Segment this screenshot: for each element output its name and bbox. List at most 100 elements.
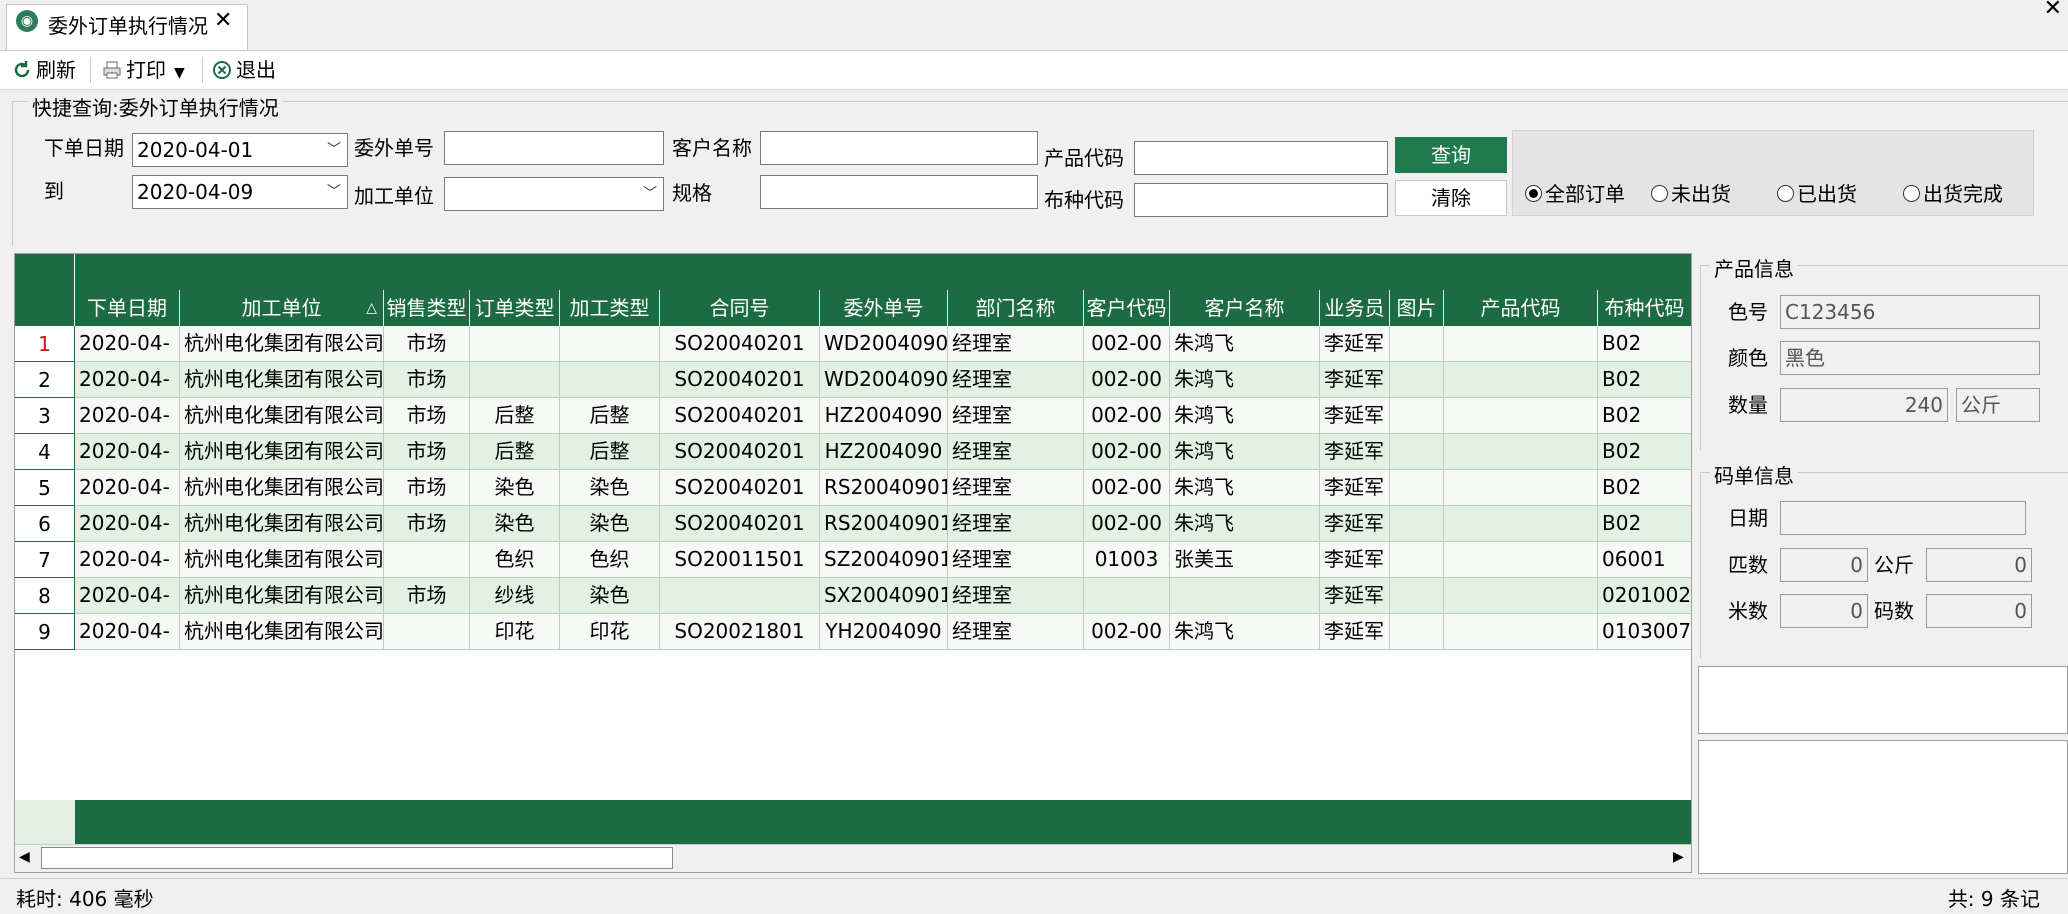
print-button[interactable]: 打印 ▼ [102,55,185,85]
table-cell[interactable]: WD2004090 [820,362,948,398]
pieces-field[interactable]: 0 [1780,548,1868,582]
table-cell[interactable]: 李延军 [1320,362,1390,398]
table-cell[interactable] [560,326,660,362]
table-cell[interactable]: 2020-04- [75,434,180,470]
table-cell[interactable]: 杭州电化集团有限公司 [180,434,384,470]
table-cell[interactable]: 2020-04- [75,614,180,650]
table-cell[interactable]: 印花 [470,614,560,650]
table-cell[interactable] [1444,506,1598,542]
table-cell[interactable] [560,362,660,398]
memo-box-2[interactable] [1698,740,2068,874]
table-cell[interactable]: 市场 [384,362,470,398]
outsource-no-input[interactable] [444,131,664,165]
radio-shipment-complete[interactable]: 出货完成 [1903,178,2003,207]
product-code-input[interactable] [1134,141,1388,175]
table-cell[interactable]: 市场 [384,398,470,434]
meters-field[interactable]: 0 [1780,594,1868,628]
table-cell[interactable] [1444,614,1598,650]
radio-not-shipped[interactable]: 未出货 [1651,178,1731,207]
row-number[interactable]: 9 [15,614,75,650]
table-cell[interactable]: 01003 [1084,542,1170,578]
table-cell[interactable]: 后整 [470,434,560,470]
row-number[interactable]: 8 [15,578,75,614]
color-no-field[interactable]: C123456 [1780,295,2040,329]
table-cell[interactable]: HZ2004090 [820,398,948,434]
table-cell[interactable]: SO20040201 [660,362,820,398]
table-cell[interactable]: 色织 [470,542,560,578]
table-cell[interactable]: SO20040201 [660,434,820,470]
table-cell[interactable] [1170,578,1320,614]
table-cell[interactable] [1390,362,1444,398]
row-number[interactable]: 3 [15,398,75,434]
table-cell[interactable] [1390,470,1444,506]
row-number[interactable]: 6 [15,506,75,542]
table-cell[interactable]: 市场 [384,578,470,614]
table-cell[interactable]: 002-00 [1084,506,1170,542]
column-header[interactable]: 部门名称 [948,290,1084,326]
table-cell[interactable]: SO20040201 [660,398,820,434]
table-cell[interactable]: HZ2004090 [820,434,948,470]
table-cell[interactable]: 2020-04- [75,326,180,362]
table-cell[interactable] [1444,398,1598,434]
table-cell[interactable]: 色织 [560,542,660,578]
table-cell[interactable]: 李延军 [1320,614,1390,650]
table-cell[interactable]: 李延军 [1320,434,1390,470]
table-cell[interactable]: 2020-04- [75,470,180,506]
table-cell[interactable]: SO20040201 [660,506,820,542]
table-cell[interactable]: 002-00 [1084,362,1170,398]
table-cell[interactable]: B02 [1598,506,1691,542]
table-cell[interactable] [470,326,560,362]
table-cell[interactable]: SO20040201 [660,326,820,362]
exit-button[interactable]: 退出 [212,55,276,85]
table-cell[interactable]: 杭州电化集团有限公司 [180,362,384,398]
table-cell[interactable]: 染色 [470,506,560,542]
table-cell[interactable]: 经理室 [948,542,1084,578]
table-cell[interactable]: 朱鸿飞 [1170,398,1320,434]
table-cell[interactable] [1444,362,1598,398]
table-cell[interactable] [1390,578,1444,614]
column-header[interactable]: 加工单位 △ [180,290,384,326]
table-cell[interactable]: 2020-04- [75,542,180,578]
table-cell[interactable]: RS20040901 [820,470,948,506]
table-cell[interactable]: SO20040201 [660,470,820,506]
table-cell[interactable]: 李延军 [1320,398,1390,434]
table-cell[interactable] [1390,398,1444,434]
column-header[interactable]: 图片 [1390,290,1444,326]
table-cell[interactable]: 杭州电化集团有限公司 [180,614,384,650]
column-header[interactable]: 加工类型 [560,290,660,326]
table-cell[interactable] [1444,578,1598,614]
table-cell[interactable]: 染色 [560,578,660,614]
table-cell[interactable]: SX20040901 [820,578,948,614]
row-number[interactable]: 5 [15,470,75,506]
table-cell[interactable] [1390,542,1444,578]
table-cell[interactable]: 市场 [384,506,470,542]
table-cell[interactable]: 染色 [560,506,660,542]
table-cell[interactable] [1390,506,1444,542]
scroll-left-icon[interactable]: ◀ [19,849,30,865]
tab-close-icon[interactable]: ✕ [214,8,232,33]
qty-unit-field[interactable]: 公斤 [1956,388,2040,422]
table-cell[interactable]: 2020-04- [75,506,180,542]
table-cell[interactable]: 002-00 [1084,614,1170,650]
table-cell[interactable]: 染色 [470,470,560,506]
table-cell[interactable]: 002-00 [1084,470,1170,506]
table-cell[interactable]: B02 [1598,434,1691,470]
window-close-icon[interactable]: ✕ [2044,0,2062,21]
table-cell[interactable]: 杭州电化集团有限公司 [180,470,384,506]
table-cell[interactable]: 李延军 [1320,542,1390,578]
table-cell[interactable]: 朱鸿飞 [1170,362,1320,398]
column-header[interactable]: 销售类型 [384,290,470,326]
table-cell[interactable]: B02 [1598,470,1691,506]
table-cell[interactable] [1084,578,1170,614]
column-header[interactable]: 合同号 [660,290,820,326]
table-cell[interactable]: 002-00 [1084,326,1170,362]
table-cell[interactable]: 后整 [560,434,660,470]
table-cell[interactable] [1390,434,1444,470]
row-number[interactable]: 2 [15,362,75,398]
table-cell[interactable]: 经理室 [948,506,1084,542]
column-header[interactable]: 客户代码 [1084,290,1170,326]
table-cell[interactable] [1444,542,1598,578]
radio-shipped[interactable]: 已出货 [1777,178,1857,207]
table-cell[interactable] [1390,614,1444,650]
row-number[interactable]: 1 [15,326,75,362]
